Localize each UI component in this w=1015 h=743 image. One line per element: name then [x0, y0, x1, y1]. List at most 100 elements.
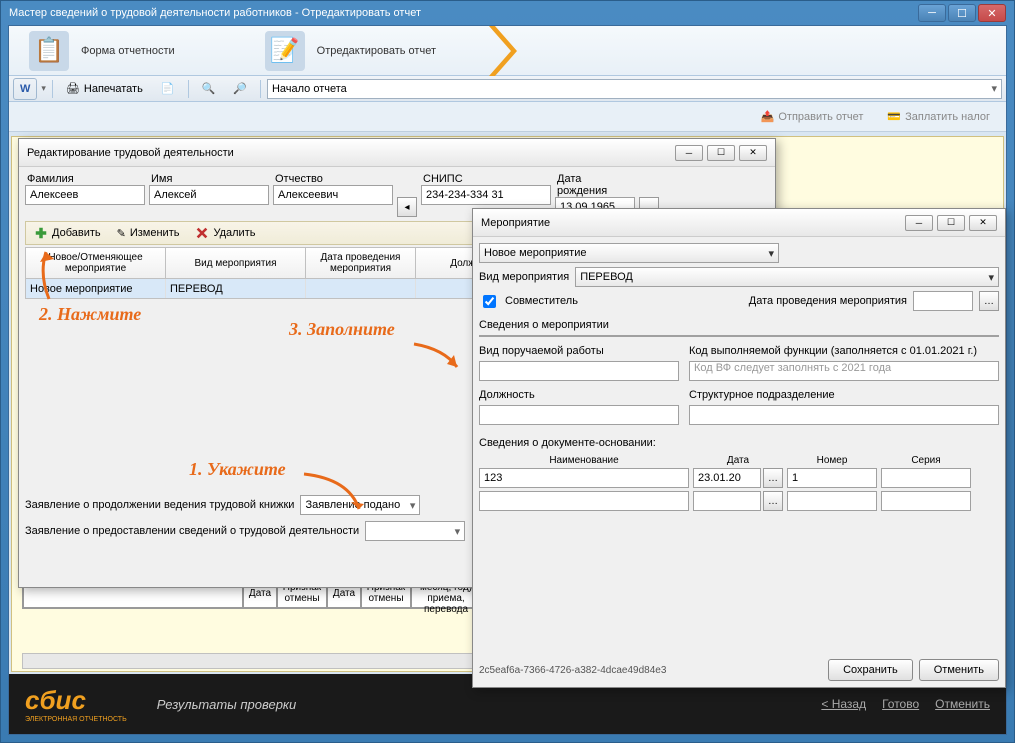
patronymic-input[interactable]: Алексеевич: [273, 185, 393, 205]
pay-icon: 💳: [887, 110, 901, 123]
back-button[interactable]: < Назад: [821, 697, 866, 711]
event-cancel-button[interactable]: Отменить: [919, 659, 999, 681]
doc-col-name: Наименование: [479, 453, 689, 468]
event-modal: Мероприятие ─ ☐ ✕ Новое мероприятие Вид …: [472, 208, 1006, 688]
wizard-arrow-icon: [489, 26, 519, 75]
send-icon: 📤: [761, 110, 775, 123]
annotation-arrow-2: [34, 244, 74, 304]
annotation-arrow-3: [409, 339, 469, 379]
event-guid: 2c5eaf6a-7366-4726-a382-4dcae49d84e3: [479, 665, 666, 676]
doc-col-series: Серия: [881, 453, 971, 468]
window-title-bar: Мастер сведений о трудовой деятельности …: [1, 1, 1014, 25]
toolbar-btn-2[interactable]: 🔍: [195, 78, 223, 100]
doc-name-input-2[interactable]: [479, 491, 689, 511]
annotation-arrow-1: [299, 464, 379, 524]
sub-toolbar: 📤 Отправить отчет 💳 Заплатить налог: [9, 102, 1006, 132]
doc-series-input-1[interactable]: [881, 468, 971, 488]
unit-label: Структурное подразделение: [689, 389, 835, 401]
unit-input[interactable]: [689, 405, 999, 425]
snils-input[interactable]: 234-234-334 31: [421, 185, 551, 205]
doc-date-picker-2[interactable]: …: [763, 491, 783, 511]
doc-series-input-2[interactable]: [881, 491, 971, 511]
work-type-label: Вид поручаемой работы: [479, 345, 604, 357]
print-button[interactable]: 🖨 Напечатать: [59, 78, 150, 100]
printer-icon: 🖨: [66, 82, 80, 95]
event-type-combo[interactable]: ПЕРЕВОД: [575, 267, 999, 287]
modal-close-button[interactable]: ✕: [739, 145, 767, 161]
annotation-3: 3. Заполните: [289, 319, 395, 340]
event-date-picker-button[interactable]: …: [979, 291, 999, 311]
position-label: Должность: [479, 389, 535, 401]
cancel-button[interactable]: Отменить: [935, 697, 990, 711]
name-input[interactable]: Алексей: [149, 185, 269, 205]
statement1-label: Заявление о продолжении ведения трудовой…: [25, 499, 294, 511]
surname-input[interactable]: Алексеев: [25, 185, 145, 205]
minimize-button[interactable]: ─: [918, 4, 946, 22]
event-maximize-button[interactable]: ☐: [937, 215, 965, 231]
person-lookup-button[interactable]: ◂: [397, 197, 417, 217]
birthdate-label: Дата рождения: [555, 173, 635, 197]
maximize-button[interactable]: ☐: [948, 4, 976, 22]
add-button[interactable]: Добавить: [26, 224, 109, 242]
new-event-combo[interactable]: Новое мероприятие: [479, 243, 779, 263]
func-code-input[interactable]: Код ВФ следует заполнять с 2021 года: [689, 361, 999, 381]
wizard-header: 📋 Форма отчетности 📝 Отредактировать отч…: [9, 26, 1006, 76]
pay-tax-button[interactable]: 💳 Заплатить налог: [879, 107, 998, 126]
doc-number-input-2[interactable]: [787, 491, 877, 511]
window-title: Мастер сведений о трудовой деятельности …: [9, 7, 421, 19]
sbis-logo-subtitle: ЭЛЕКТРОННАЯ ОТЧЕТНОСТЬ: [25, 716, 127, 723]
event-info-label: Сведения о мероприятии: [479, 319, 999, 331]
statement2-label: Заявление о предоставлении сведений о тр…: [25, 525, 359, 537]
event-date-label: Дата проведения мероприятия: [749, 295, 907, 307]
combined-label: Совместитель: [505, 295, 578, 307]
edit-button[interactable]: ✎ Изменить: [109, 225, 188, 242]
patronymic-label: Отчество: [273, 173, 393, 185]
annotation-2: 2. Нажмите: [39, 304, 141, 325]
statement2-combo[interactable]: [365, 521, 465, 541]
section-combo[interactable]: Начало отчета: [267, 79, 1002, 99]
doc-col-date: Дата: [693, 453, 783, 468]
word-icon[interactable]: W: [13, 78, 37, 100]
edit-report-icon: 📝: [265, 31, 305, 71]
doc-number-input-1[interactable]: 1: [787, 468, 877, 488]
footer-text: Результаты проверки: [157, 697, 297, 712]
main-toolbar: W ▾ 🖨 Напечатать 📄 🔍 🔎 Начало отчета: [9, 76, 1006, 102]
doc-section-label: Сведения о документе-основании:: [479, 437, 999, 449]
modal-maximize-button[interactable]: ☐: [707, 145, 735, 161]
doc-date-picker-1[interactable]: …: [763, 468, 783, 488]
work-type-input[interactable]: [479, 361, 679, 381]
toolbar-btn-1[interactable]: 📄: [154, 78, 182, 100]
name-label: Имя: [149, 173, 269, 185]
position-input[interactable]: [479, 405, 679, 425]
send-report-button[interactable]: 📤 Отправить отчет: [753, 107, 872, 126]
func-code-label: Код выполняемой функции (заполняется с 0…: [689, 345, 977, 357]
doc-date-input-2[interactable]: [693, 491, 761, 511]
wizard-step-1: Форма отчетности: [81, 45, 175, 57]
edit-modal-title: Редактирование трудовой деятельности: [27, 147, 234, 159]
snils-label: СНИПС: [421, 173, 551, 185]
close-button[interactable]: ✕: [978, 4, 1006, 22]
grid-col-3[interactable]: Дата проведения мероприятия: [306, 248, 416, 278]
annotation-1: 1. Укажите: [189, 459, 286, 480]
event-info-input[interactable]: [479, 335, 999, 337]
event-date-input[interactable]: [913, 291, 973, 311]
save-button[interactable]: Сохранить: [828, 659, 913, 681]
modal-minimize-button[interactable]: ─: [675, 145, 703, 161]
doc-name-input-1[interactable]: 123: [479, 468, 689, 488]
grid-col-2[interactable]: Вид мероприятия: [166, 248, 306, 278]
wizard-step-2: Отредактировать отчет: [317, 45, 436, 57]
doc-date-input-1[interactable]: 23.01.20: [693, 468, 761, 488]
event-minimize-button[interactable]: ─: [905, 215, 933, 231]
x-icon: [195, 226, 209, 240]
event-close-button[interactable]: ✕: [969, 215, 997, 231]
plus-icon: [34, 226, 48, 240]
sbis-logo: сбис: [25, 685, 86, 715]
surname-label: Фамилия: [25, 173, 145, 185]
toolbar-btn-3[interactable]: 🔎: [226, 78, 254, 100]
event-modal-title: Мероприятие: [481, 217, 550, 229]
done-button[interactable]: Готово: [882, 697, 919, 711]
doc-col-number: Номер: [787, 453, 877, 468]
delete-button[interactable]: Удалить: [187, 224, 263, 242]
pencil-icon: ✎: [117, 227, 126, 240]
combined-checkbox[interactable]: [483, 295, 496, 308]
